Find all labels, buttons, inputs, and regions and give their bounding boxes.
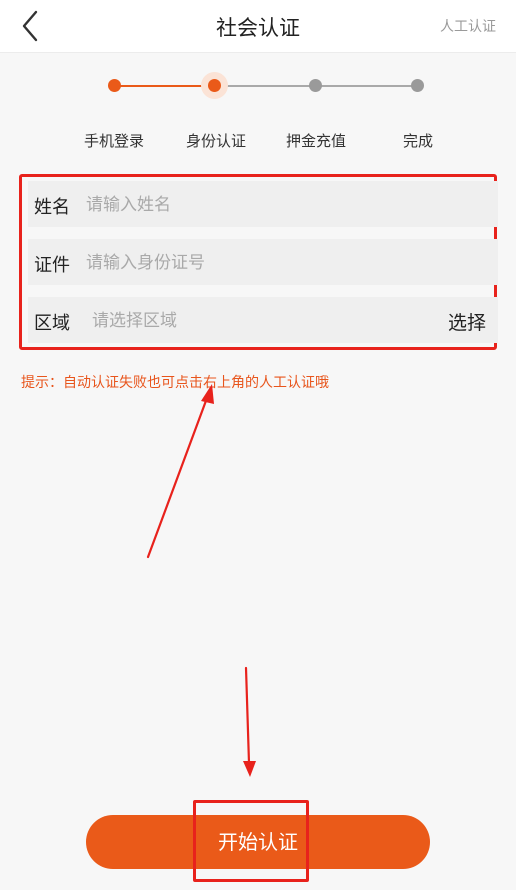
down-arrow-head xyxy=(243,761,256,777)
step-dot-identity xyxy=(208,79,221,92)
id-row: 证件 xyxy=(28,239,498,285)
id-label: 证件 xyxy=(34,255,70,276)
step-connector-done xyxy=(114,85,215,87)
step-label-complete: 完成 xyxy=(402,132,433,150)
name-row: 姓名 xyxy=(28,181,498,227)
region-select-button[interactable]: 选择 xyxy=(448,308,486,335)
manual-verify-link[interactable]: 人工认证 xyxy=(440,16,496,36)
top-bar: 社会认证 人工认证 xyxy=(0,0,516,53)
step-label-deposit: 押金充值 xyxy=(285,132,346,150)
start-button-highlight xyxy=(193,800,309,882)
step-dot-login xyxy=(108,79,121,92)
page-title: 社会认证 xyxy=(216,16,300,40)
progress-steps: 手机登录 身份认证 押金充值 完成 xyxy=(0,60,516,160)
identity-form-highlight: 姓名 证件 区域 选择 xyxy=(19,174,498,350)
step-label-identity: 身份认证 xyxy=(185,132,246,150)
step-dot-complete xyxy=(411,79,424,92)
up-arrow-line xyxy=(146,396,209,559)
region-input[interactable] xyxy=(90,303,394,339)
name-input[interactable] xyxy=(84,187,448,223)
region-row: 区域 选择 xyxy=(28,297,498,343)
step-label-login: 手机登录 xyxy=(83,132,144,150)
hint-text: 提示：自动认证失败也可点击右上角的人工认证哦 xyxy=(21,375,329,391)
down-arrow-line xyxy=(244,666,251,765)
id-number-input[interactable] xyxy=(84,245,448,281)
region-label: 区域 xyxy=(34,313,70,334)
name-label: 姓名 xyxy=(34,197,70,218)
step-dot-deposit xyxy=(309,79,322,92)
